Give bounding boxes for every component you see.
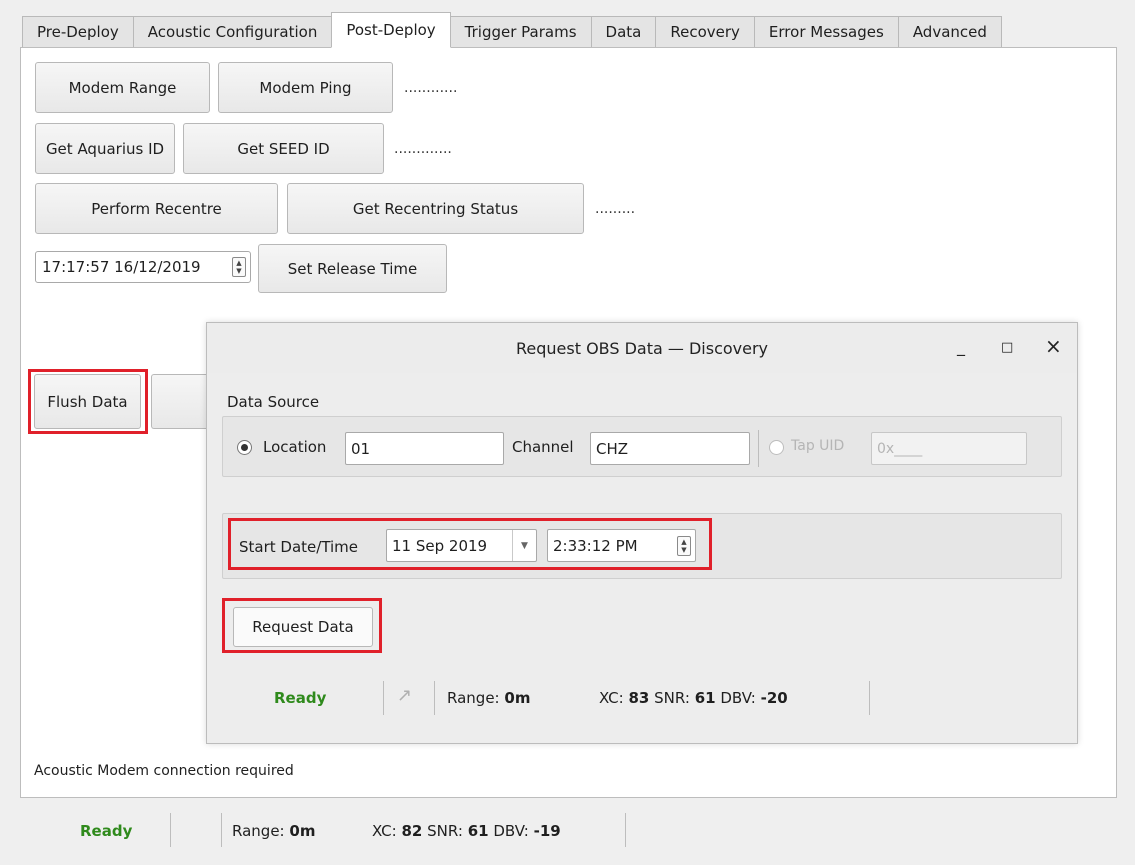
get-seed-id-button[interactable]: Get SEED ID	[183, 123, 384, 174]
modem-result-text: ............	[404, 80, 458, 96]
dbv-value: -20	[760, 689, 788, 707]
flush-data-highlight	[28, 369, 148, 434]
arrow-up-right-icon: ↗	[397, 685, 413, 706]
maximize-icon[interactable]: □	[1001, 340, 1013, 355]
status-separator	[625, 813, 626, 847]
minimize-icon[interactable]: _	[957, 337, 965, 356]
status-separator	[383, 681, 384, 715]
location-radio[interactable]	[237, 440, 252, 455]
tab-recovery[interactable]: Recovery	[655, 16, 754, 48]
id-result-text: .............	[394, 141, 452, 157]
release-time-spinbox[interactable]: 17:17:57 16/12/2019 ▲ ▼	[35, 251, 251, 283]
footer-message: Acoustic Modem connection required	[34, 763, 294, 779]
start-datetime-highlight	[228, 518, 712, 570]
tab-error-messages[interactable]: Error Messages	[753, 16, 898, 48]
dialog-status-ready: Ready	[274, 689, 327, 707]
snr-value: 61	[467, 822, 489, 840]
dbv-label: DBV:	[493, 822, 529, 840]
tab-post-deploy[interactable]: Post-Deploy	[331, 12, 451, 48]
dbv-label: DBV:	[720, 689, 756, 707]
status-separator	[869, 681, 870, 715]
tap-uid-input[interactable]: 0x____	[871, 432, 1027, 465]
range-value: 0m	[289, 822, 316, 840]
release-time-value: 17:17:57 16/12/2019	[42, 258, 201, 276]
modem-range-button[interactable]: Modem Range	[35, 62, 210, 113]
tap-uid-label: Tap UID	[791, 438, 845, 454]
snr-label: SNR:	[427, 822, 463, 840]
perform-recentre-button[interactable]: Perform Recentre	[35, 183, 278, 234]
hidden-button[interactable]	[151, 374, 211, 429]
modem-ping-button[interactable]: Modem Ping	[218, 62, 393, 113]
channel-input[interactable]: CHZ	[590, 432, 750, 465]
close-icon[interactable]: ×	[1045, 334, 1062, 358]
status-separator	[221, 813, 222, 847]
tab-advanced[interactable]: Advanced	[897, 16, 1002, 48]
tap-uid-radio[interactable]	[769, 440, 784, 455]
status-separator	[434, 681, 435, 715]
dialog-status-metrics: XC: 83 SNR: 61 DBV: -20	[599, 689, 788, 707]
tab-bar: Pre-Deploy Acoustic Configuration Post-D…	[22, 12, 1002, 48]
location-label: Location	[263, 438, 327, 456]
snr-value: 61	[694, 689, 716, 707]
tab-pre-deploy[interactable]: Pre-Deploy	[22, 16, 133, 48]
main-status-metrics: XC: 82 SNR: 61 DBV: -19	[372, 822, 561, 840]
dialog-title-bar[interactable]: Request OBS Data — Discovery	[207, 323, 1077, 373]
set-release-time-button[interactable]: Set Release Time	[258, 244, 447, 293]
snr-label: SNR:	[654, 689, 690, 707]
recentre-result-text: .........	[595, 201, 636, 217]
range-label: Range:	[232, 822, 285, 840]
tab-data[interactable]: Data	[590, 16, 656, 48]
xc-value: 82	[401, 822, 423, 840]
dbv-value: -19	[533, 822, 561, 840]
tab-acoustic-configuration[interactable]: Acoustic Configuration	[132, 16, 332, 48]
get-aquarius-id-button[interactable]: Get Aquarius ID	[35, 123, 175, 174]
xc-value: 83	[628, 689, 650, 707]
tab-trigger-params[interactable]: Trigger Params	[450, 16, 591, 48]
get-recentring-status-button[interactable]: Get Recentring Status	[287, 183, 584, 234]
spin-arrows-icon[interactable]: ▲ ▼	[232, 257, 246, 277]
dialog-status-range: Range: 0m	[447, 689, 530, 707]
request-data-highlight	[222, 598, 382, 653]
dialog-title: Request OBS Data — Discovery	[515, 338, 769, 358]
main-status-range: Range: 0m	[232, 822, 315, 840]
xc-label: XC:	[599, 689, 624, 707]
status-separator	[170, 813, 171, 847]
data-source-label: Data Source	[227, 393, 320, 411]
group-separator	[758, 430, 759, 467]
range-value: 0m	[504, 689, 531, 707]
xc-label: XC:	[372, 822, 397, 840]
range-label: Range:	[447, 689, 500, 707]
location-input[interactable]: 01	[345, 432, 504, 465]
channel-label: Channel	[512, 438, 574, 456]
main-status-ready: Ready	[80, 822, 133, 840]
